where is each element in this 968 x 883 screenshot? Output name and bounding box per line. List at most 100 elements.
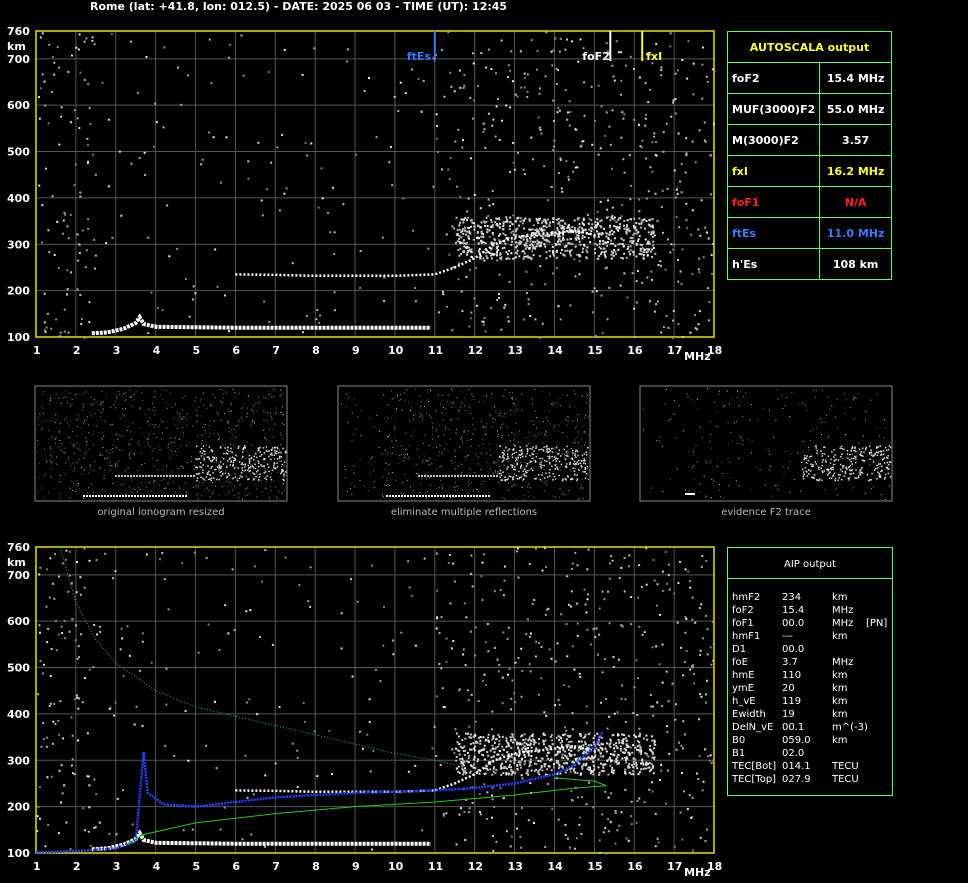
- thumb-noise: [248, 493, 250, 495]
- thumb-noise: [669, 479, 671, 481]
- noise-dot: [576, 796, 579, 799]
- thumb-noise: [129, 487, 131, 489]
- f2-echo: [624, 737, 627, 740]
- thumb-noise: [220, 419, 222, 421]
- noise-dot: [629, 245, 632, 248]
- thumb-noise: [77, 414, 79, 416]
- noise-dot: [70, 582, 73, 585]
- noise-dot: [407, 770, 410, 773]
- thumb-noise: [110, 465, 112, 467]
- thumb-noise: [159, 426, 161, 428]
- f2-echo: [499, 765, 502, 768]
- noise-dot: [47, 627, 50, 630]
- thumb-noise: [250, 444, 252, 446]
- noise-dot: [557, 818, 560, 821]
- noise-dot: [70, 271, 73, 274]
- noise-dot: [569, 304, 572, 307]
- noise-dot: [668, 752, 671, 755]
- f2-echo: [632, 240, 635, 243]
- f2-echo: [521, 734, 524, 737]
- noise-dot: [566, 118, 569, 121]
- thumb-noise: [119, 449, 121, 451]
- noise-dot: [60, 764, 63, 767]
- thumb-noise: [400, 399, 402, 401]
- noise-dot: [684, 733, 687, 736]
- thumb-echo: [552, 472, 554, 475]
- thumb-echo: [554, 467, 557, 470]
- thumb-noise: [862, 435, 864, 437]
- noise-dot: [227, 56, 230, 59]
- noise-dot: [466, 689, 469, 692]
- noise-dot: [91, 39, 94, 42]
- thumb-noise: [651, 487, 653, 489]
- thumb-noise: [417, 473, 419, 475]
- thumb-noise: [83, 420, 85, 422]
- noise-dot: [583, 588, 586, 591]
- f2-echo: [630, 773, 633, 776]
- thumb-noise: [134, 489, 136, 491]
- f2-echo: [642, 257, 645, 260]
- thumb-noise: [263, 410, 265, 412]
- noise-dot: [88, 559, 91, 562]
- thumb-noise: [192, 425, 194, 427]
- thumb-noise: [430, 390, 432, 392]
- thumb-echo: [278, 451, 280, 454]
- thumb-noise: [360, 435, 362, 437]
- thumb-noise: [514, 437, 516, 439]
- thumb-noise: [738, 485, 740, 487]
- noise-dot: [534, 655, 537, 658]
- thumb-noise: [226, 420, 228, 422]
- thumb-noise: [413, 429, 415, 431]
- thumb-noise: [787, 467, 789, 469]
- thumb-noise: [749, 419, 751, 421]
- thumb-noise: [90, 403, 92, 405]
- thumb-echo: [544, 459, 546, 462]
- f2-echo: [458, 237, 461, 240]
- f2-echo: [497, 758, 500, 761]
- noise-dot: [464, 839, 467, 842]
- thumb-noise: [572, 454, 574, 456]
- noise-dot: [118, 150, 121, 153]
- noise-dot: [258, 636, 261, 639]
- f2-echo: [652, 765, 655, 768]
- noise-dot: [78, 655, 81, 658]
- thumb-echo: [555, 457, 557, 459]
- f2-echo: [505, 251, 508, 254]
- thumb-echo: [257, 449, 260, 452]
- thumb-noise: [773, 436, 775, 438]
- f2-echo: [610, 229, 613, 232]
- noise-dot: [302, 701, 305, 704]
- thumb-noise: [642, 408, 644, 410]
- thumb-noise: [273, 480, 275, 482]
- f2-echo: [623, 252, 626, 255]
- f2-echo: [463, 245, 466, 248]
- noise-dot: [207, 623, 210, 626]
- f2-echo: [555, 244, 558, 247]
- thumb-noise: [511, 392, 513, 394]
- thumb-noise: [548, 410, 550, 412]
- f2-echo: [471, 221, 474, 224]
- noise-dot: [611, 206, 614, 209]
- thumb-noise: [567, 421, 569, 423]
- thumb-echo: [238, 477, 240, 480]
- noise-dot: [706, 628, 709, 631]
- thumb-noise: [573, 390, 575, 392]
- noise-dot: [711, 242, 714, 245]
- thumb-noise: [124, 400, 126, 402]
- thumb-echo: [567, 476, 569, 478]
- noise-dot: [673, 243, 676, 246]
- thumb-noise: [569, 406, 571, 408]
- f2-echo: [546, 235, 549, 238]
- x-tick-label: 11: [428, 860, 443, 873]
- noise-dot: [643, 801, 646, 804]
- noise-dot: [143, 173, 146, 176]
- noise-dot: [712, 659, 715, 662]
- thumb-noise: [149, 446, 151, 448]
- thumb-noise: [777, 489, 779, 491]
- f2-echo: [628, 752, 631, 755]
- f2-echo: [592, 760, 595, 763]
- f2-echo: [495, 247, 498, 250]
- thumb-echo: [506, 453, 509, 455]
- noise-dot: [552, 49, 555, 52]
- noise-dot: [496, 298, 499, 301]
